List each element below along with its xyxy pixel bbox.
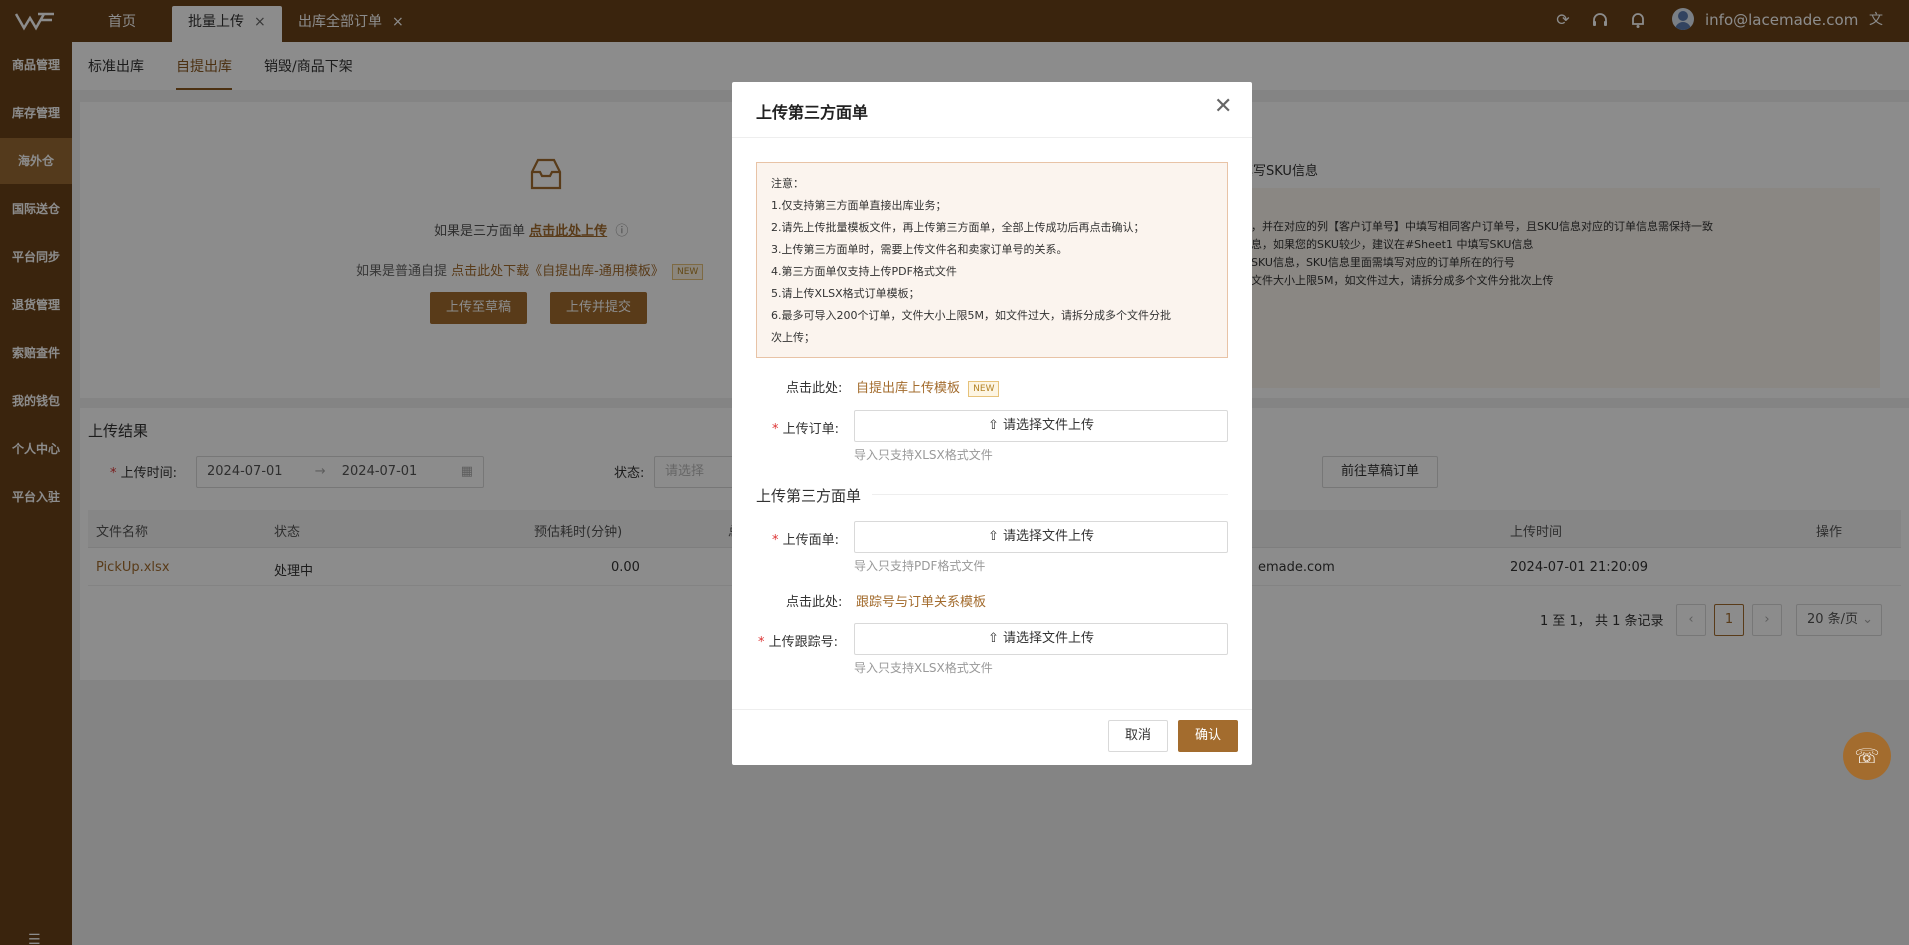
modal-title: 上传第三方面单 <box>756 103 869 122</box>
upload-tracking-label: 上传跟踪号: <box>768 635 839 650</box>
pickup-template-link[interactable]: 自提出库上传模板 <box>856 381 960 396</box>
upload-waybill-label: 上传面单: <box>782 533 840 548</box>
upload-third-party-modal: 上传第三方面单 ✕ 注意： 1.仅支持第三方面单直接出库业务； 2.请先上传批量… <box>732 82 1252 765</box>
upload-icon: ⇧ <box>987 631 1003 646</box>
cancel-button[interactable]: 取消 <box>1108 720 1168 752</box>
click-here-label-2: 点击此处: <box>786 595 843 610</box>
upload-tracking-button[interactable]: ⇧ 请选择文件上传 <box>854 623 1228 655</box>
customer-service-icon[interactable]: ☏ <box>1843 732 1891 780</box>
app-root: 首页 批量上传 × 出库全部订单 × ⟳ info@lacemade.com 文 商… <box>0 0 1909 945</box>
waybill-format-hint: 导入只支持PDF格式文件 <box>854 559 986 573</box>
upload-order-label: 上传订单: <box>782 422 840 437</box>
section-title-third-party: 上传第三方面单 <box>756 487 862 505</box>
upload-icon: ⇧ <box>987 529 1003 544</box>
new-badge: NEW <box>968 380 1000 397</box>
confirm-button[interactable]: 确认 <box>1178 720 1238 752</box>
upload-icon: ⇧ <box>987 418 1003 433</box>
tracking-format-hint: 导入只支持XLSX格式文件 <box>854 661 993 675</box>
order-format-hint: 导入只支持XLSX格式文件 <box>854 448 993 462</box>
upload-order-button[interactable]: ⇧ 请选择文件上传 <box>854 410 1228 442</box>
modal-header: 上传第三方面单 ✕ <box>732 82 1252 138</box>
close-icon[interactable]: ✕ <box>1214 96 1232 118</box>
upload-waybill-button[interactable]: ⇧ 请选择文件上传 <box>854 521 1228 553</box>
modal-footer: 取消 确认 <box>732 709 1252 765</box>
notice-box: 注意： 1.仅支持第三方面单直接出库业务； 2.请先上传批量模板文件，再上传第三… <box>756 162 1228 358</box>
section-divider <box>872 494 1228 495</box>
tracking-template-link[interactable]: 跟踪号与订单关系模板 <box>856 591 986 610</box>
click-here-label: 点击此处: <box>786 381 843 396</box>
